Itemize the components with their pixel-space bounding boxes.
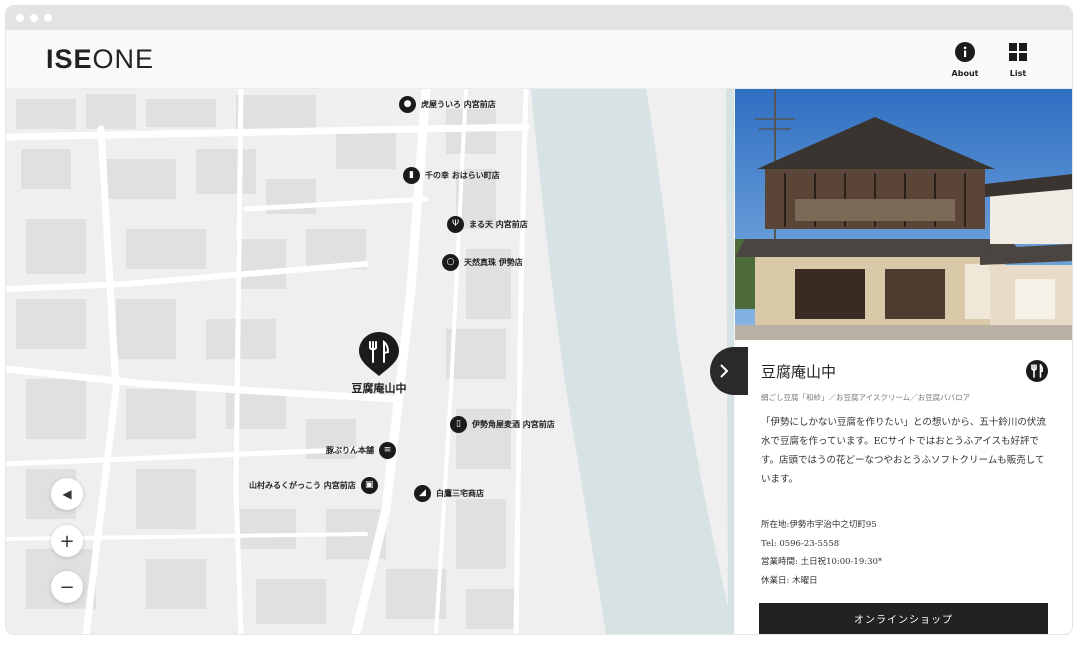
window-dot — [16, 14, 24, 22]
window-dot — [30, 14, 38, 22]
window-chrome — [6, 6, 1072, 30]
shop-address: 所在地:伊勢市宇治中之切町95 — [761, 520, 877, 530]
sweets-icon: ● — [399, 95, 416, 113]
chevron-right-icon — [720, 364, 729, 378]
map-view[interactable]: ● 虎屋ういろ 内宮前店 ▮ 千の幸 おはらい町店 Ψ まる天 内宮前店 ○ 天… — [6, 89, 734, 634]
shop-products: 絹ごし豆腐「和紗」／お豆腐アイスクリーム／お豆腐ババロア — [761, 393, 971, 402]
pearl-icon: ○ — [442, 253, 459, 271]
bottle-icon: ▮ — [403, 166, 420, 184]
sake-icon: ◢ — [414, 484, 431, 502]
pin-label: 虎屋ういろ 内宮前店 — [421, 99, 496, 109]
map-pin[interactable]: ▯ 伊勢角屋麦酒 内宮前店 — [450, 414, 555, 434]
map-pin[interactable]: ○ 天然真珠 伊勢店 — [442, 252, 523, 272]
shop-photo-image — [735, 89, 1072, 340]
restaurant-icon: Ψ — [447, 215, 464, 233]
zoom-in-button[interactable]: + — [51, 525, 83, 557]
site-logo[interactable]: ISEONE — [46, 44, 154, 75]
pin-label: 山村みるくがっこう 内宮前店 — [249, 480, 356, 490]
shop-title: 豆腐庵山中 — [761, 363, 837, 381]
online-shop-button[interactable]: オンラインショップ — [759, 603, 1048, 634]
shop-closed: 休業日: 木曜日 — [761, 575, 818, 586]
pin-label: 豚ぷりん本舗 — [326, 445, 374, 455]
map-pin[interactable]: 豚ぷりん本舗 ≡ — [326, 440, 396, 460]
pin-label: 伊勢角屋麦酒 内宮前店 — [472, 419, 555, 429]
map-pin[interactable]: ● 虎屋ういろ 内宮前店 — [399, 94, 496, 114]
shop-description: 「伊勢にしかない豆腐を作りたい」との想いから、五十鈴川の伏流水で豆腐を作っていま… — [761, 417, 1046, 485]
shop-detail-panel: 豆腐庵山中 絹ごし豆腐「和紗」／お豆腐アイスクリーム／お豆腐ババロア 「伊勢にし… — [735, 89, 1072, 634]
burger-icon: ≡ — [379, 441, 396, 459]
milk-icon: ▣ — [360, 476, 378, 494]
locate-icon: ◀ — [62, 487, 72, 501]
window-dot — [44, 14, 52, 22]
pin-label: 天然真珠 伊勢店 — [464, 257, 523, 267]
about-label: About — [951, 69, 979, 78]
about-button[interactable]: About — [945, 42, 985, 78]
restaurant-icon — [1026, 360, 1048, 382]
map-pin[interactable]: ▮ 千の幸 おはらい町店 — [403, 165, 500, 185]
minus-icon: − — [59, 576, 75, 598]
locate-button[interactable]: ◀ — [51, 478, 83, 510]
map-pin[interactable]: Ψ まる天 内宮前店 — [447, 214, 528, 234]
pin-label: まる天 内宮前店 — [469, 219, 528, 229]
shop-photo — [735, 89, 1072, 340]
selected-pin-label: 豆腐庵山中 — [351, 382, 407, 395]
beer-icon: ▯ — [450, 415, 467, 433]
pin-label: 白鷹三宅商店 — [436, 488, 484, 498]
selected-map-pin[interactable]: 豆腐庵山中 — [352, 332, 407, 396]
shop-info: 所在地:伊勢市宇治中之切町95 Tel: 0596-23-5558 営業時間: … — [761, 516, 882, 590]
list-button[interactable]: List — [998, 42, 1038, 78]
shop-tel[interactable]: Tel: 0596-23-5558 — [761, 535, 882, 554]
grid-icon — [1009, 43, 1027, 61]
plus-icon: + — [59, 530, 75, 552]
pin-label: 千の幸 おはらい町店 — [425, 170, 500, 180]
map-pin[interactable]: ◢ 白鷹三宅商店 — [414, 483, 484, 503]
map-pin[interactable]: 山村みるくがっこう 内宮前店 ▣ — [249, 475, 378, 495]
restaurant-icon — [359, 332, 399, 376]
zoom-out-button[interactable]: − — [51, 571, 83, 603]
info-icon — [955, 42, 975, 62]
list-label: List — [1009, 69, 1027, 78]
app-header: ISEONE About List — [6, 30, 1072, 89]
browser-window: ISEONE About List ● 虎屋ういろ 内宮前店 ▮ 千の幸 おはら… — [6, 6, 1072, 634]
shop-hours: 営業時間: 土日祝10:00-19:30* — [761, 557, 883, 567]
